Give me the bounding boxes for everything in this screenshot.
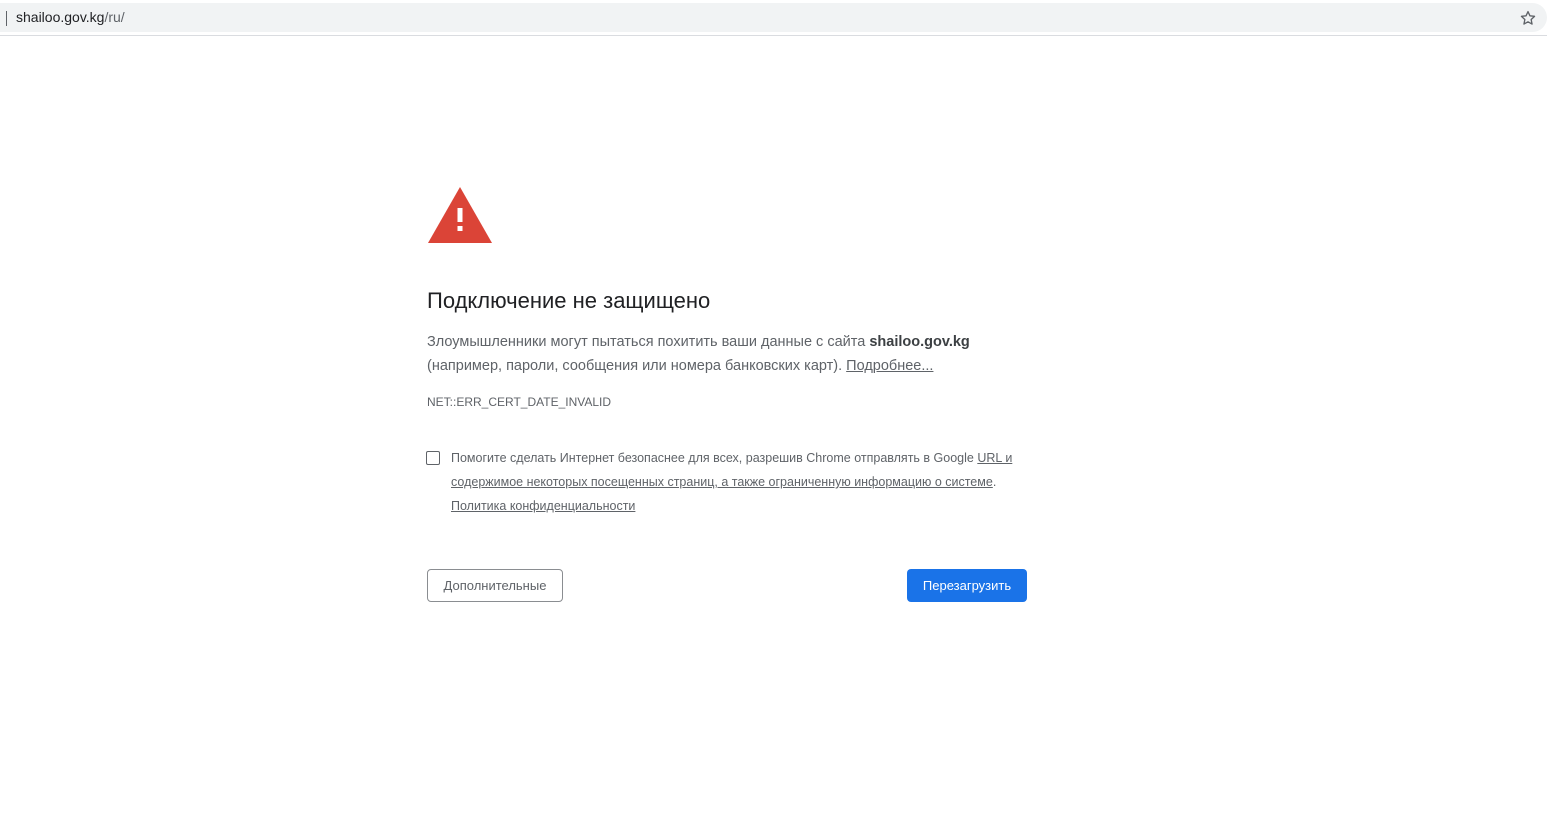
- reload-button[interactable]: Перезагрузить: [907, 569, 1027, 602]
- optin-separator: .: [992, 475, 997, 489]
- safe-browsing-checkbox[interactable]: [426, 451, 440, 465]
- url-path: /ru/: [104, 9, 125, 25]
- description-prefix: Злоумышленники могут пытаться похитить в…: [427, 334, 870, 350]
- toolbar-divider: [0, 35, 1547, 36]
- text-cursor: [6, 11, 7, 26]
- description-host: shailoo.gov.kg: [869, 334, 970, 350]
- safe-browsing-optin-label: Помогите сделать Интернет безопаснее для…: [451, 446, 1026, 518]
- warning-triangle-icon: [428, 187, 492, 243]
- error-code: NET::ERR_CERT_DATE_INVALID: [427, 395, 612, 409]
- url-host: shailoo.gov.kg: [16, 9, 105, 25]
- page-title: Подключение не защищено: [427, 288, 711, 313]
- optin-text-prefix: Помогите сделать Интернет безопаснее для…: [451, 451, 978, 465]
- url-text[interactable]: shailoo.gov.kg/ru/: [16, 9, 125, 26]
- star-icon[interactable]: [1519, 9, 1537, 27]
- error-description: Злоумышленники могут пытаться похитить в…: [427, 330, 1027, 378]
- privacy-policy-link[interactable]: Политика конфиденциальности: [451, 499, 635, 513]
- learn-more-link[interactable]: Подробнее...: [846, 358, 933, 374]
- advanced-button[interactable]: Дополнительные: [427, 569, 563, 602]
- address-bar[interactable]: shailoo.gov.kg/ru/: [0, 3, 1547, 32]
- description-suffix: (например, пароли, сообщения или номера …: [427, 358, 847, 374]
